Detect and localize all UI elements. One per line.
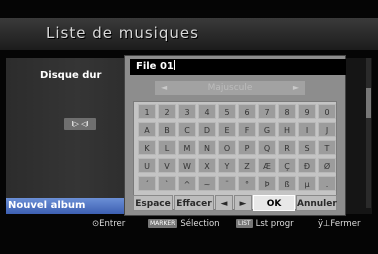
key[interactable]: ~ (198, 176, 216, 191)
page-title: Liste de musiques (46, 24, 199, 42)
key[interactable]: µ (298, 176, 316, 191)
key[interactable]: Y (218, 158, 236, 173)
key[interactable]: P (238, 140, 256, 155)
key[interactable]: W (178, 158, 196, 173)
cursor-left-button[interactable]: ◄ (215, 195, 233, 211)
key[interactable]: 7 (258, 104, 276, 119)
key[interactable]: A (138, 122, 156, 137)
key[interactable]: H (278, 122, 296, 137)
key[interactable]: 2 (158, 104, 176, 119)
action-bar: Espace Effacer ◄ ► OK Annuler (133, 195, 339, 213)
key[interactable]: J (318, 122, 336, 137)
key[interactable]: ° (238, 176, 256, 191)
key[interactable]: ß (278, 176, 296, 191)
list-hint: LIST Lst progr (236, 217, 294, 231)
character-keyboard: 1234567890 ABCDEFGHIJ KLMNOPQRST UVWXYZÆÇÐØ… (133, 101, 337, 210)
case-left-arrow-icon[interactable]: ◄ (161, 81, 167, 95)
key[interactable]: L (158, 140, 176, 155)
case-selector[interactable]: ◄ Majuscule ► (155, 81, 305, 95)
selection-hint: MARKER Sélection (148, 217, 220, 231)
case-right-arrow-icon[interactable]: ► (293, 81, 299, 95)
name-input[interactable]: File 01 (130, 59, 346, 75)
enter-hint: ⊙Entrer (92, 219, 126, 229)
list-button-icon: LIST (236, 219, 253, 228)
screen: Liste de musiques Disque dur I▷ ◁I Nouve… (0, 0, 378, 254)
close-hint: ÿ⊥Fermer (318, 219, 361, 229)
key[interactable]: Ç (278, 158, 296, 173)
key[interactable]: E (218, 122, 236, 137)
key[interactable]: C (178, 122, 196, 137)
key[interactable]: 3 (178, 104, 196, 119)
ok-button[interactable]: OK (253, 195, 295, 211)
key[interactable]: T (318, 140, 336, 155)
left-panel: Disque dur I▷ ◁I Nouvel album (6, 58, 126, 214)
footer-help: ⊙Entrer MARKER Sélection LIST Lst progr ÿ⊥… (0, 217, 378, 231)
cursor-right-button[interactable]: ► (234, 195, 252, 211)
key[interactable]: N (198, 140, 216, 155)
key[interactable]: Æ (258, 158, 276, 173)
key[interactable]: I (298, 122, 316, 137)
key[interactable]: . (318, 176, 336, 191)
name-input-value: File 01 (136, 61, 174, 72)
title-bar: Liste de musiques (0, 18, 378, 50)
key[interactable]: X (198, 158, 216, 173)
key[interactable]: 4 (198, 104, 216, 119)
key[interactable]: ` (158, 176, 176, 191)
key[interactable]: Ð (298, 158, 316, 173)
key[interactable]: ¨ (218, 176, 236, 191)
key[interactable]: 1 (138, 104, 156, 119)
key[interactable]: G (258, 122, 276, 137)
space-button[interactable]: Espace (133, 195, 173, 211)
case-mode-label: Majuscule (207, 83, 253, 93)
key[interactable]: R (278, 140, 296, 155)
key[interactable]: ^ (178, 176, 196, 191)
list-label: Lst progr (255, 219, 294, 229)
erase-button[interactable]: Effacer (174, 195, 214, 211)
text-caret (173, 60, 175, 70)
key[interactable]: 6 (238, 104, 256, 119)
key[interactable]: Z (238, 158, 256, 173)
selection-label: Sélection (180, 219, 220, 229)
key[interactable]: M (178, 140, 196, 155)
key[interactable]: K (138, 140, 156, 155)
key[interactable]: D (198, 122, 216, 137)
key[interactable]: 8 (278, 104, 296, 119)
key[interactable]: U (138, 158, 156, 173)
key[interactable]: ´ (138, 176, 156, 191)
key[interactable]: Ø (318, 158, 336, 173)
rename-dialog: File 01 ◄ Majuscule ► 1234567890 ABCDEFGH… (124, 55, 346, 216)
scrollbar-thumb[interactable] (366, 88, 371, 118)
key[interactable]: 9 (298, 104, 316, 119)
marker-button-icon: MARKER (148, 219, 178, 228)
cancel-button[interactable]: Annuler (296, 195, 337, 211)
key[interactable]: O (218, 140, 236, 155)
scrollbar[interactable] (366, 58, 371, 208)
key[interactable]: F (238, 122, 256, 137)
key[interactable]: Þ (258, 176, 276, 191)
new-album-item[interactable]: Nouvel album (6, 198, 126, 214)
key[interactable]: Q (258, 140, 276, 155)
key[interactable]: S (298, 140, 316, 155)
track-skip-button[interactable]: I▷ ◁I (64, 118, 96, 130)
key[interactable]: B (158, 122, 176, 137)
key[interactable]: V (158, 158, 176, 173)
key[interactable]: 0 (318, 104, 336, 119)
disk-label: Disque dur (40, 70, 102, 81)
key[interactable]: 5 (218, 104, 236, 119)
